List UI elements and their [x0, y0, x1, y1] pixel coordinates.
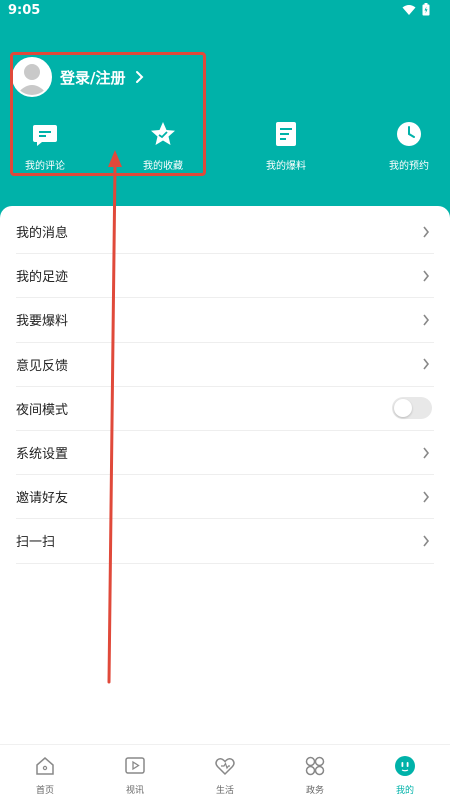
toggle-knob	[394, 399, 412, 418]
menu-item-history[interactable]: 我的足迹	[16, 254, 434, 299]
menu-item-invite-friends[interactable]: 邀请好友	[16, 475, 434, 520]
menu-card: 我的消息 我的足迹 我要爆料 意见反馈 夜间模式 系统设置 邀请好友 扫一扫	[0, 206, 450, 744]
login-entry[interactable]: 登录/注册	[12, 56, 145, 98]
user-avatar-icon	[16, 64, 48, 95]
chevron-right-icon	[423, 314, 430, 326]
chevron-right-icon	[423, 358, 430, 370]
night-mode-toggle[interactable]	[392, 397, 432, 420]
quick-action-reports[interactable]: 我的爆料	[241, 120, 331, 172]
comment-icon	[33, 125, 57, 146]
quick-action-appointments[interactable]: 我的预约	[364, 120, 450, 172]
chevron-right-icon	[423, 535, 430, 547]
profile-icon	[395, 756, 415, 776]
star-icon	[151, 122, 175, 145]
menu-item-scan[interactable]: 扫一扫	[16, 519, 434, 564]
avatar[interactable]	[12, 57, 52, 97]
menu-item-feedback[interactable]: 意见反馈	[16, 343, 434, 387]
tab-life[interactable]: 生活	[180, 755, 270, 796]
chevron-right-icon	[136, 71, 144, 83]
chevron-right-icon	[423, 270, 430, 282]
quick-action-favorites[interactable]: 我的收藏	[118, 120, 208, 172]
status-time: 9:05	[8, 3, 41, 18]
chevron-right-icon	[423, 447, 430, 459]
wifi-icon	[402, 4, 416, 15]
tab-home[interactable]: 首页	[0, 755, 90, 796]
login-register-link[interactable]: 登录/注册	[60, 67, 125, 88]
home-icon	[36, 757, 54, 775]
video-icon	[125, 757, 145, 774]
clock-icon	[397, 122, 421, 146]
quick-action-comments[interactable]: 我的评论	[0, 120, 90, 172]
quick-actions: 我的评论 我的收藏 我的爆料 我的预约	[0, 120, 450, 180]
tab-video[interactable]: 视讯	[90, 755, 180, 796]
tab-mine[interactable]: 我的	[360, 755, 450, 796]
status-bar: 9:05	[0, 0, 450, 22]
menu-item-settings[interactable]: 系统设置	[16, 431, 434, 476]
menu-item-submit-report[interactable]: 我要爆料	[16, 298, 434, 343]
menu-item-night-mode: 夜间模式	[16, 387, 434, 431]
chevron-right-icon	[423, 491, 430, 503]
chevron-right-icon	[423, 226, 430, 238]
menu-item-messages[interactable]: 我的消息	[16, 210, 434, 255]
battery-icon	[422, 3, 430, 16]
menu-list: 我的消息 我的足迹 我要爆料 意见反馈 夜间模式 系统设置 邀请好友 扫一扫	[16, 210, 434, 564]
grid-icon	[305, 756, 325, 776]
bottom-tab-bar: 首页 视讯 生活 政务 我的	[0, 744, 450, 800]
document-icon	[276, 122, 296, 146]
heart-icon	[215, 757, 235, 776]
tab-government[interactable]: 政务	[270, 755, 360, 796]
